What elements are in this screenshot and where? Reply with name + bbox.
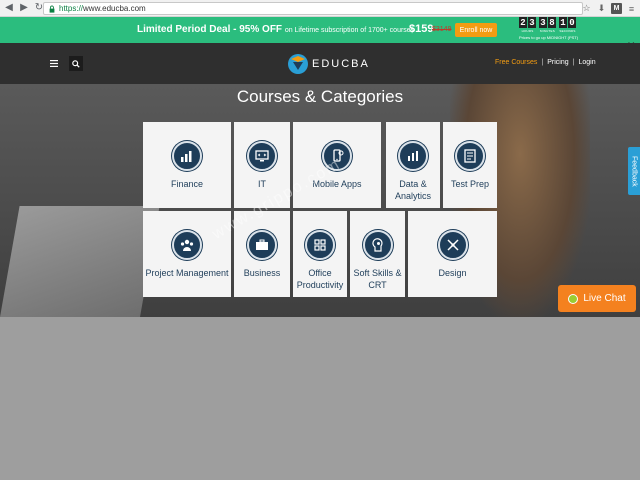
url-host: www.educba.com [83, 4, 146, 13]
menu-icon[interactable]: ≡ [626, 3, 637, 14]
category-label: Data & Analytics [394, 179, 431, 201]
timer-seconds-digit: 0 [568, 17, 576, 28]
monitor-code-icon [247, 141, 277, 171]
category-label: Test Prep [450, 179, 490, 189]
promo-price: $159 [409, 23, 434, 35]
timer-seconds-label: SECONDS [559, 29, 576, 33]
design-tools-icon [437, 230, 468, 260]
finance-chart-icon [172, 141, 202, 171]
logo-text: EDUCBA [312, 58, 370, 70]
category-label: Business [243, 268, 281, 278]
category-card-test-prep[interactable]: Test Prep [443, 122, 497, 208]
timer-hours-digit: 3 [528, 17, 536, 28]
briefcase-icon [247, 230, 277, 260]
bookmark-star-icon[interactable]: ☆ [581, 3, 592, 14]
office-grid-icon [305, 230, 335, 260]
download-icon[interactable]: ⬇ [596, 3, 607, 14]
browser-toolbar: ◀ ▶ ↻ https://www.educba.com ☆ ⬇ M ≡ [0, 0, 640, 17]
timer-seconds-digit: 1 [559, 17, 567, 28]
category-label: IT [258, 179, 266, 189]
feedback-tab[interactable]: Feedback [628, 147, 640, 195]
url-scheme: https:// [59, 4, 84, 13]
promo-headline: Limited Period Deal - 95% OFF [137, 24, 283, 35]
login-link[interactable]: Login [578, 59, 595, 66]
timer-hours-label: HOURS [521, 29, 534, 33]
promo-old-price: $3149 [432, 26, 452, 33]
category-label: Soft Skills & CRT [353, 268, 402, 290]
site-header: EDUCBA Free Courses | Pricing | Login [0, 43, 640, 84]
promo-text: Limited Period Deal - 95% OFF on Lifetim… [137, 24, 414, 35]
forward-icon[interactable]: ▶ [18, 2, 30, 14]
live-chat-button[interactable]: Live Chat [558, 285, 636, 312]
page-title: Courses & Categories [236, 87, 404, 106]
countdown-timer: 2 3 HOURS 3 8 MINUTES 1 0 SECONDS Prices… [519, 17, 593, 40]
team-people-icon [172, 230, 202, 260]
category-label: Finance [170, 179, 204, 189]
category-label: Design [438, 268, 467, 278]
timer-note: Prices to go up MIDNIGHT (PST) [519, 35, 579, 40]
enroll-now-button[interactable]: Enroll now [455, 23, 497, 37]
chat-bubble-icon [568, 293, 579, 304]
category-label: Project Management [145, 268, 229, 278]
test-document-icon [455, 141, 485, 171]
timer-minutes-label: MINUTES [540, 29, 555, 33]
timer-hours-digit: 2 [519, 17, 527, 28]
timer-minutes-digit: 8 [548, 17, 556, 28]
category-card-soft-skills[interactable]: Soft Skills & CRT [350, 211, 405, 297]
free-courses-link[interactable]: Free Courses [495, 59, 537, 66]
hamburger-menu-icon[interactable] [46, 56, 61, 71]
top-nav: Free Courses | Pricing | Login [495, 59, 596, 66]
search-icon[interactable] [69, 56, 83, 71]
nav-separator: | [541, 59, 544, 66]
extension-m-icon[interactable]: M [611, 3, 622, 14]
category-label: Office Productivity [296, 268, 344, 290]
nav-separator: | [572, 59, 575, 66]
pricing-link[interactable]: Pricing [547, 59, 568, 66]
live-chat-label: Live Chat [583, 293, 626, 304]
promo-subline: on Lifetime subscription of 1700+ course… [284, 27, 415, 34]
back-icon[interactable]: ◀ [3, 2, 15, 14]
category-card-office-productivity[interactable]: Office Productivity [293, 211, 347, 297]
lock-icon [49, 5, 55, 13]
category-card-finance[interactable]: Finance [143, 122, 231, 208]
head-gear-icon [362, 230, 393, 260]
timer-minutes-digit: 3 [539, 17, 547, 28]
educba-logo[interactable]: EDUCBA [287, 53, 370, 75]
hero-laptop-photo [0, 206, 160, 317]
educba-logo-mark-icon [288, 54, 308, 74]
address-bar[interactable]: https://www.educba.com [43, 2, 583, 15]
hero-section: Courses & Categories Finance IT Mobile A… [0, 84, 640, 317]
bar-chart-icon [398, 141, 428, 171]
category-card-design[interactable]: Design [408, 211, 497, 297]
